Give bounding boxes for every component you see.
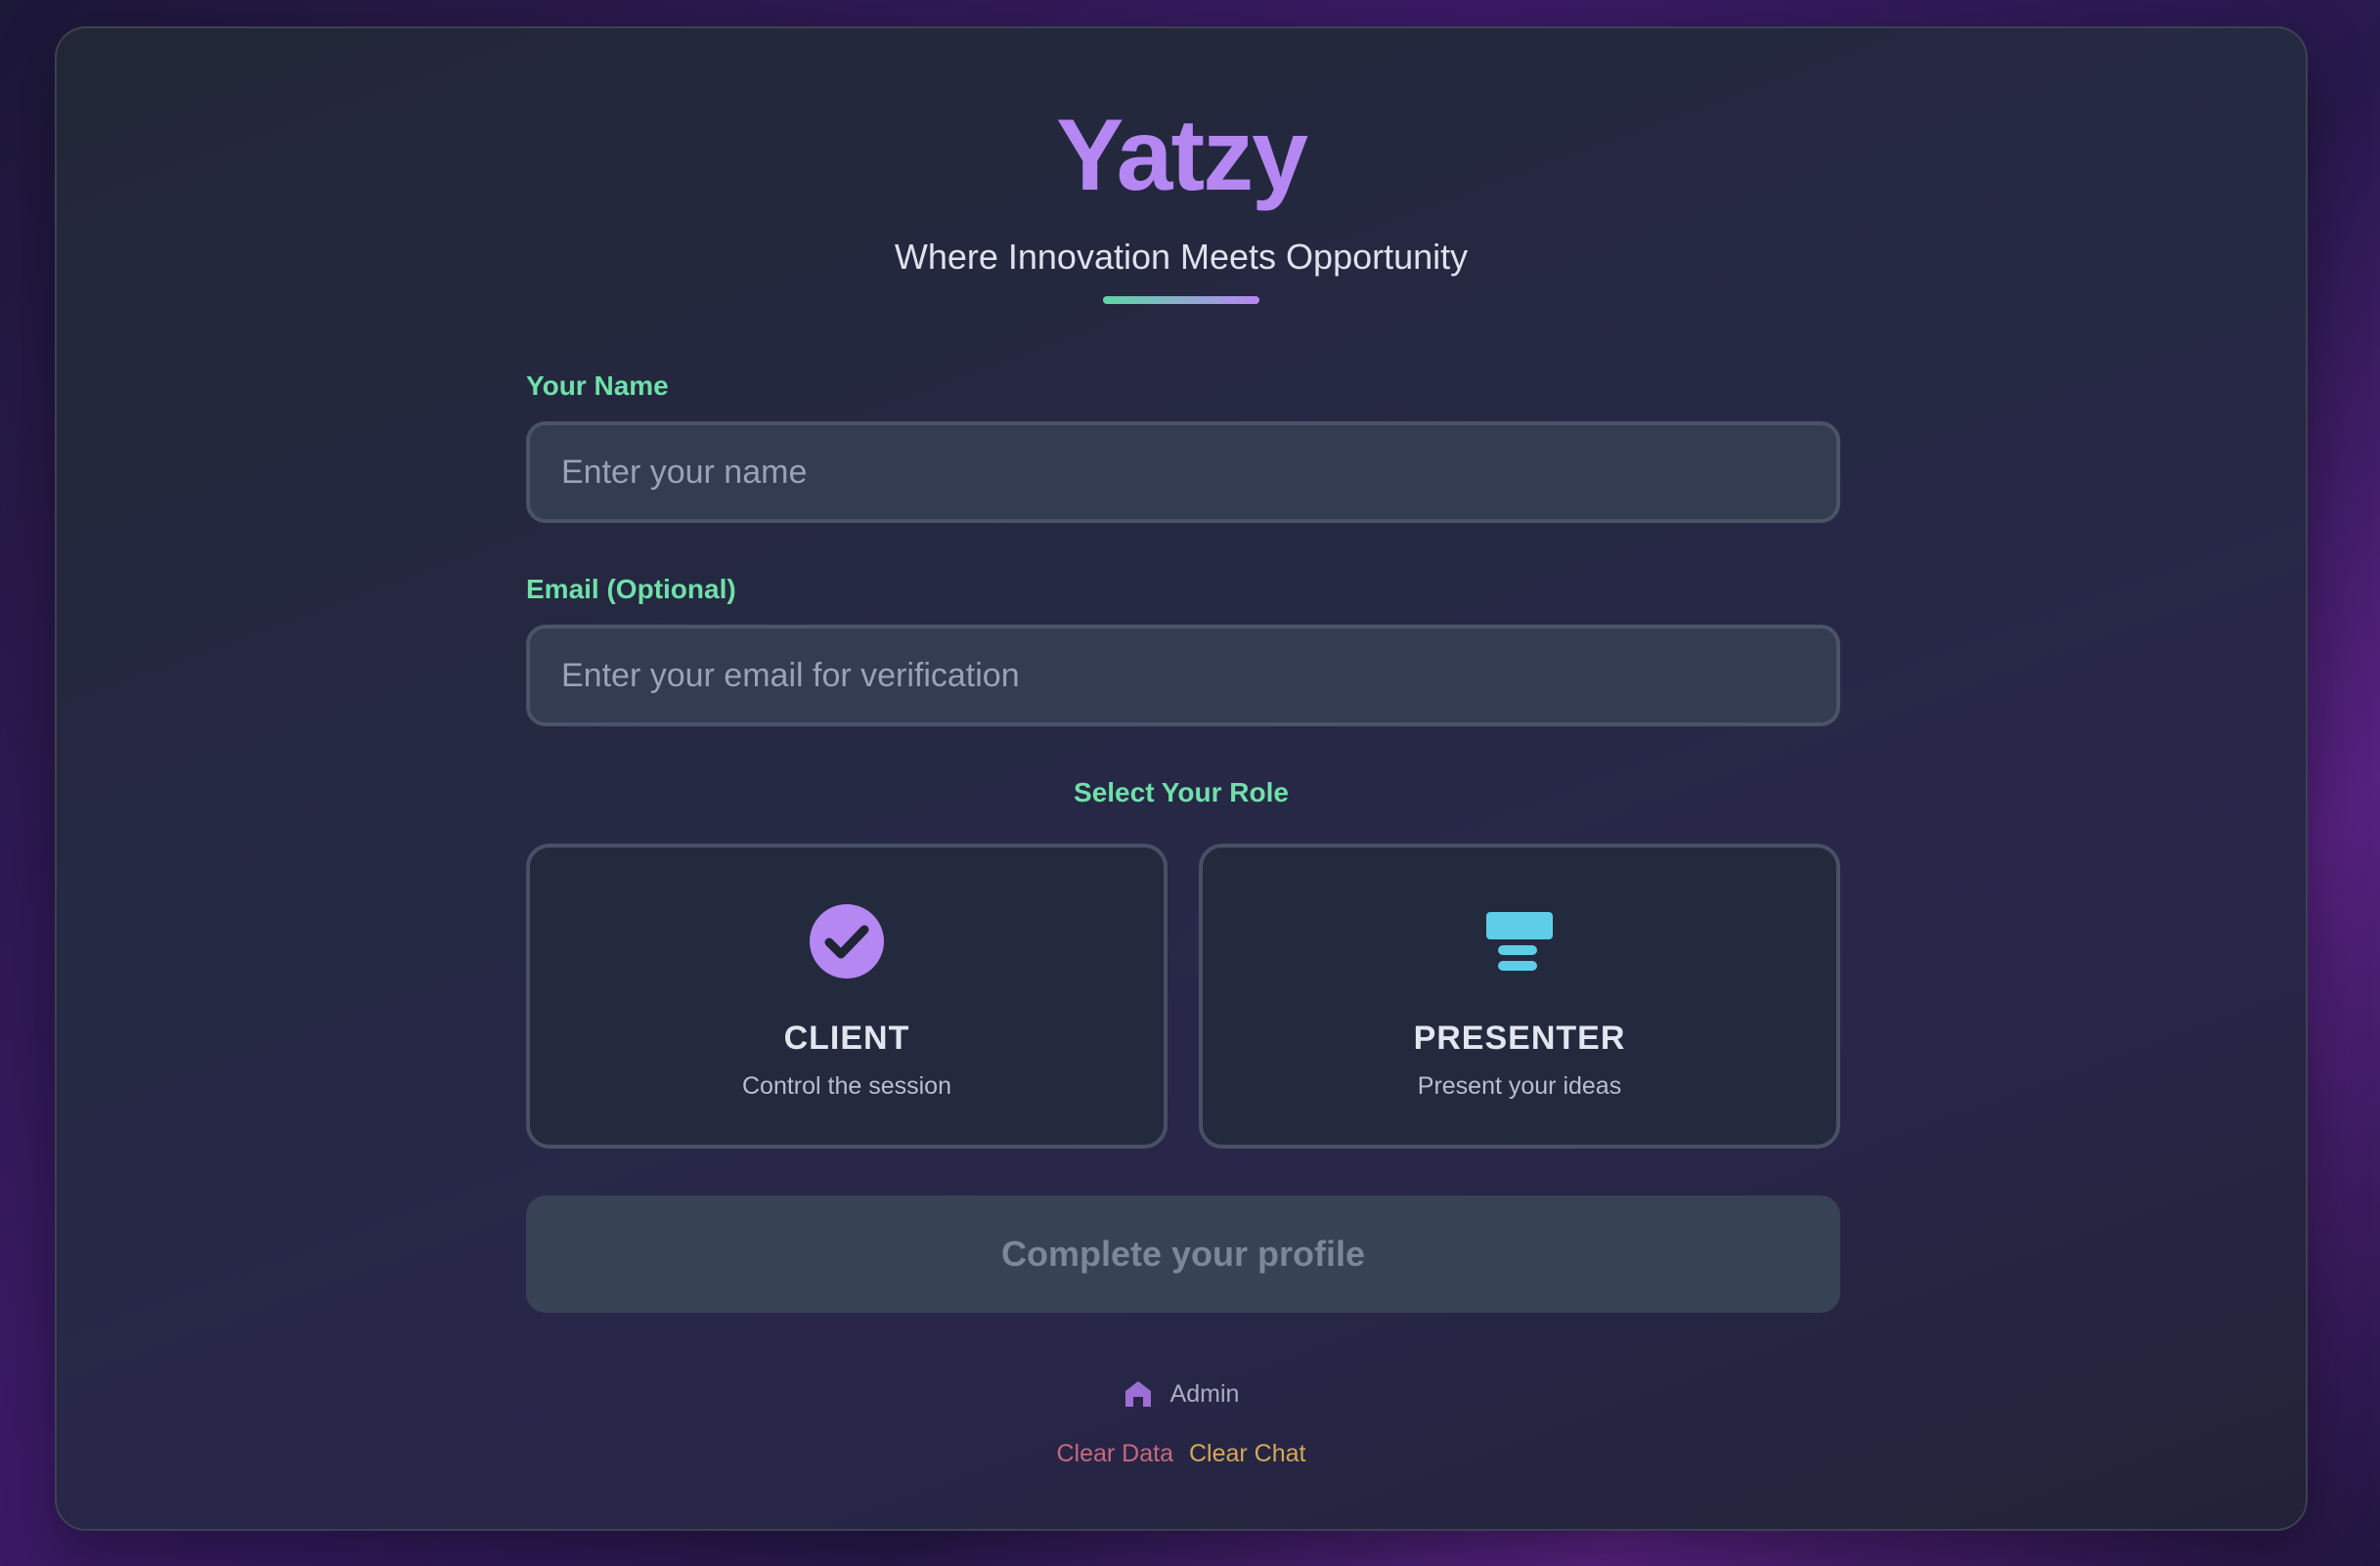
role-option-presenter[interactable]: PRESENTER Present your ideas (1199, 844, 1840, 1149)
role-subtitle-presenter: Present your ideas (1417, 1072, 1622, 1100)
complete-profile-button[interactable]: Complete your profile (526, 1196, 1840, 1313)
profile-card: Yatzy Where Innovation Meets Opportunity… (55, 26, 2308, 1531)
clear-data-link[interactable]: Clear Data (1057, 1440, 1174, 1468)
role-option-client[interactable]: CLIENT Control the session (526, 844, 1168, 1149)
app-title: Yatzy (1056, 99, 1308, 212)
accent-divider (1103, 296, 1259, 304)
admin-label: Admin (1169, 1379, 1240, 1408)
check-circle-icon (810, 904, 884, 979)
email-label: Email (Optional) (526, 574, 736, 604)
role-title-client: CLIENT (783, 1020, 910, 1057)
role-title-presenter: PRESENTER (1413, 1020, 1626, 1057)
name-label: Your Name (526, 370, 669, 401)
home-icon (1124, 1381, 1151, 1407)
name-input[interactable] (526, 421, 1840, 523)
footer-links: Clear Data Clear Chat (57, 1440, 2306, 1468)
email-input[interactable] (526, 625, 1840, 726)
admin-link[interactable]: Admin (57, 1379, 2306, 1409)
role-subtitle-client: Control the session (741, 1072, 951, 1100)
clear-chat-link[interactable]: Clear Chat (1189, 1440, 1306, 1468)
presentation-icon (1486, 912, 1553, 971)
role-heading: Select Your Role (1074, 777, 1289, 807)
app-tagline: Where Innovation Meets Opportunity (894, 237, 1469, 277)
